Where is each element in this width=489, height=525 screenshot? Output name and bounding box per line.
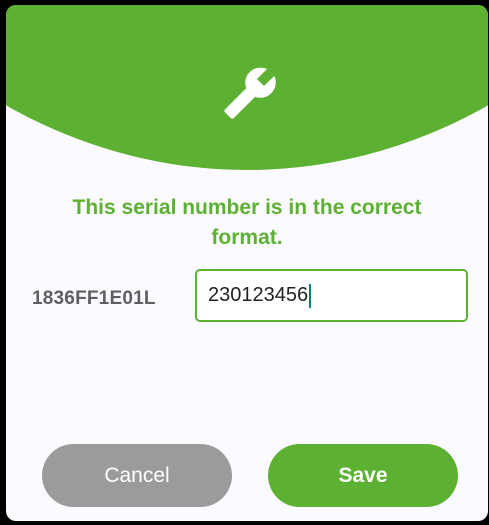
- serial-number-value: 230123456: [208, 284, 309, 306]
- wrench-icon: [224, 67, 276, 119]
- save-button[interactable]: Save: [268, 444, 458, 507]
- serial-number-dialog: This serial number is in the correct for…: [6, 5, 488, 521]
- validation-message: This serial number is in the correct for…: [72, 196, 422, 249]
- cancel-button[interactable]: Cancel: [42, 444, 232, 507]
- text-caret: [309, 283, 312, 308]
- serial-prefix-label: 1836FF1E01L: [32, 288, 156, 309]
- serial-number-input[interactable]: 230123456: [195, 269, 468, 322]
